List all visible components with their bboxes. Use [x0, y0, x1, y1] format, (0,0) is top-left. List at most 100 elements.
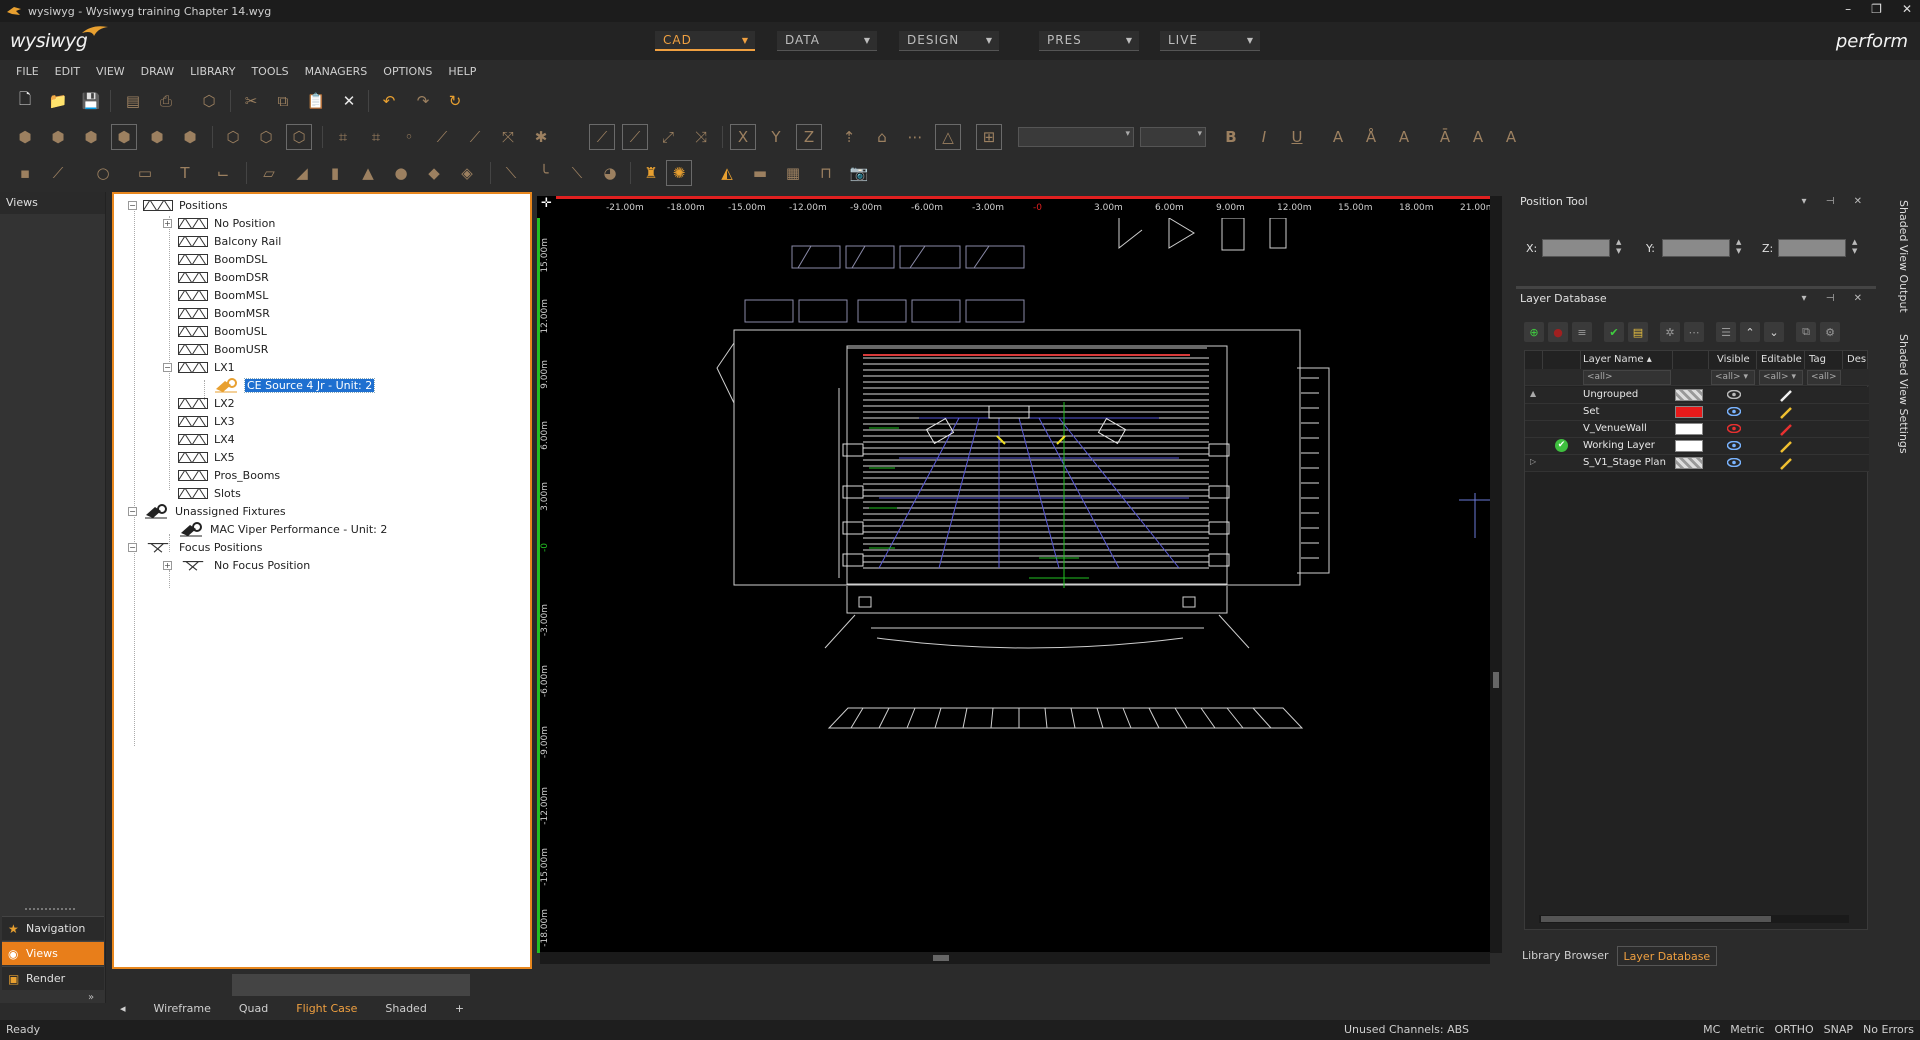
cube-view-5-icon[interactable]: ⬢: [144, 124, 170, 150]
grid-icon[interactable]: ⋯: [902, 124, 928, 150]
tree-row[interactable]: CE Source 4 Jr - Unit: 2: [198, 376, 376, 394]
layer-stack-icon[interactable]: ⧉: [1796, 322, 1816, 342]
snap-8-icon[interactable]: ⟋: [589, 124, 615, 150]
shaded-view-settings-tab[interactable]: Shaded View Settings: [1897, 334, 1910, 454]
visible-eye-icon[interactable]: [1727, 390, 1741, 399]
visible-filter[interactable]: <all> ▾: [1711, 370, 1755, 385]
shape-eraser-icon[interactable]: ◈: [454, 160, 480, 186]
layer-panel-controls-icon[interactable]: ▾ ⊣ ✕: [1802, 289, 1870, 309]
layer-expand-icon[interactable]: ▷: [1530, 457, 1536, 466]
layer-row[interactable]: Set: [1525, 404, 1869, 421]
draw-point-icon[interactable]: ▪: [12, 160, 38, 186]
editable-pencil-icon[interactable]: [1779, 440, 1793, 453]
tab-wireframe[interactable]: Wireframe: [140, 1002, 225, 1015]
collapse-all-icon[interactable]: ⌃: [1740, 322, 1760, 342]
layer-row[interactable]: ✔ Working Layer: [1525, 438, 1869, 455]
draw-text-icon[interactable]: T: [172, 160, 198, 186]
copy-icon[interactable]: ⧉: [270, 88, 296, 114]
visible-eye-icon[interactable]: [1727, 407, 1741, 416]
vscroll-thumb[interactable]: [1493, 672, 1499, 688]
rail-expand-icon[interactable]: »: [88, 992, 94, 1003]
menu-edit[interactable]: EDIT: [55, 65, 80, 78]
text-align-3-icon[interactable]: A: [1391, 124, 1417, 150]
text-align-2-icon[interactable]: Å: [1358, 124, 1384, 150]
text-style-3-icon[interactable]: A: [1498, 124, 1524, 150]
menu-help[interactable]: HELP: [448, 65, 476, 78]
delete-icon[interactable]: ✕: [336, 88, 362, 114]
add-tab-button[interactable]: +: [441, 1002, 478, 1015]
mode-tab-pres[interactable]: PRES ▼: [1039, 31, 1139, 51]
draw-circle-icon[interactable]: ○: [90, 160, 116, 186]
wire-cube-2-icon[interactable]: ⬡: [253, 124, 279, 150]
cube-view-2-icon[interactable]: ⬢: [45, 124, 71, 150]
col-visible[interactable]: Visible: [1709, 351, 1757, 369]
snap-3-icon[interactable]: ◦: [396, 124, 422, 150]
tabs-scroll-left-icon[interactable]: ◂: [106, 1002, 140, 1015]
package-icon[interactable]: ⬡: [196, 88, 222, 114]
print-preview-icon[interactable]: ▤: [120, 88, 146, 114]
editable-pencil-icon[interactable]: [1779, 423, 1793, 436]
shape-cylinder-icon[interactable]: ▮: [322, 160, 348, 186]
tree-row[interactable]: LX3: [163, 412, 235, 430]
underline-button[interactable]: U: [1284, 124, 1310, 150]
mode-tab-cad[interactable]: CAD ▼: [655, 31, 755, 51]
undo-icon[interactable]: ↶: [376, 88, 402, 114]
tree-row[interactable]: + No Position: [163, 214, 275, 232]
status-snap[interactable]: SNAP: [1824, 1020, 1853, 1040]
collapse-icon[interactable]: −: [128, 200, 137, 210]
navigation-button[interactable]: ★ Navigation: [2, 916, 104, 940]
views-button[interactable]: ◉ Views: [2, 941, 104, 965]
menu-managers[interactable]: MANAGERS: [305, 65, 368, 78]
tree-row[interactable]: BoomDSR: [163, 268, 269, 286]
snap-10-icon[interactable]: ⤢: [655, 124, 681, 150]
status-metric[interactable]: Metric: [1730, 1020, 1764, 1040]
tree-row[interactable]: MAC Viper Performance - Unit: 2: [163, 520, 387, 538]
tag-filter[interactable]: <all>: [1807, 370, 1841, 385]
tree-row[interactable]: − Positions: [128, 196, 228, 214]
col-tag[interactable]: Tag: [1805, 351, 1843, 369]
layer-settings-icon[interactable]: ✲: [1660, 322, 1680, 342]
x-spinner-icon[interactable]: ▲ ▼: [1616, 238, 1621, 256]
font-combo[interactable]: [1018, 127, 1134, 147]
redo-icon[interactable]: ↷: [410, 88, 436, 114]
measure-icon[interactable]: △: [935, 124, 961, 150]
shape-wedge-icon[interactable]: ◆: [421, 160, 447, 186]
menu-library[interactable]: LIBRARY: [190, 65, 235, 78]
tab-shaded[interactable]: Shaded: [371, 1002, 440, 1015]
save-icon[interactable]: 💾: [78, 88, 104, 114]
layer-color-icon[interactable]: ▤: [1628, 322, 1648, 342]
snap-2-icon[interactable]: ⌗: [363, 124, 389, 150]
tab-library-browser[interactable]: Library Browser: [1516, 946, 1615, 966]
insert-light-icon[interactable]: ✺: [666, 160, 692, 186]
tree-row[interactable]: Slots: [163, 484, 241, 502]
tree-row[interactable]: LX2: [163, 394, 235, 412]
text-align-1-icon[interactable]: A: [1325, 124, 1351, 150]
focus-tool-icon[interactable]: ◭: [714, 160, 740, 186]
insert-fixture-icon[interactable]: ♜: [638, 160, 664, 186]
tree-row[interactable]: BoomMSR: [163, 304, 270, 322]
tree-row[interactable]: Pros_Booms: [163, 466, 280, 484]
paste-icon[interactable]: 📋: [303, 88, 329, 114]
mode-tab-design[interactable]: DESIGN ▼: [899, 31, 999, 51]
set-active-layer-icon[interactable]: ✔: [1604, 322, 1624, 342]
layer-hscroll-thumb[interactable]: [1541, 916, 1771, 922]
collapse-icon[interactable]: −: [128, 506, 137, 516]
size-combo[interactable]: [1140, 127, 1206, 147]
layer-expand-icon[interactable]: ▲: [1530, 389, 1536, 398]
italic-button[interactable]: I: [1251, 124, 1277, 150]
snap-5-icon[interactable]: ⟋: [462, 124, 488, 150]
open-folder-icon[interactable]: 📁: [45, 88, 71, 114]
visible-eye-icon[interactable]: [1727, 441, 1741, 450]
layer-row[interactable]: V_VenueWall: [1525, 421, 1869, 438]
layer-grid-hscroll[interactable]: [1539, 915, 1849, 923]
draw-rect-icon[interactable]: ▭: [132, 160, 158, 186]
snap-6-icon[interactable]: ⤧: [495, 124, 521, 150]
new-file-icon[interactable]: 🗋: [12, 88, 38, 114]
add-layer-icon[interactable]: ⊕: [1524, 322, 1544, 342]
rail-grip[interactable]: [25, 908, 75, 911]
cad-viewport[interactable]: [559, 217, 1490, 953]
expand-icon[interactable]: +: [163, 560, 172, 570]
ruler-corner[interactable]: ✛: [537, 196, 556, 218]
layer-link-icon[interactable]: ⋯: [1684, 322, 1704, 342]
draw-line-icon[interactable]: ⟋: [45, 160, 71, 186]
